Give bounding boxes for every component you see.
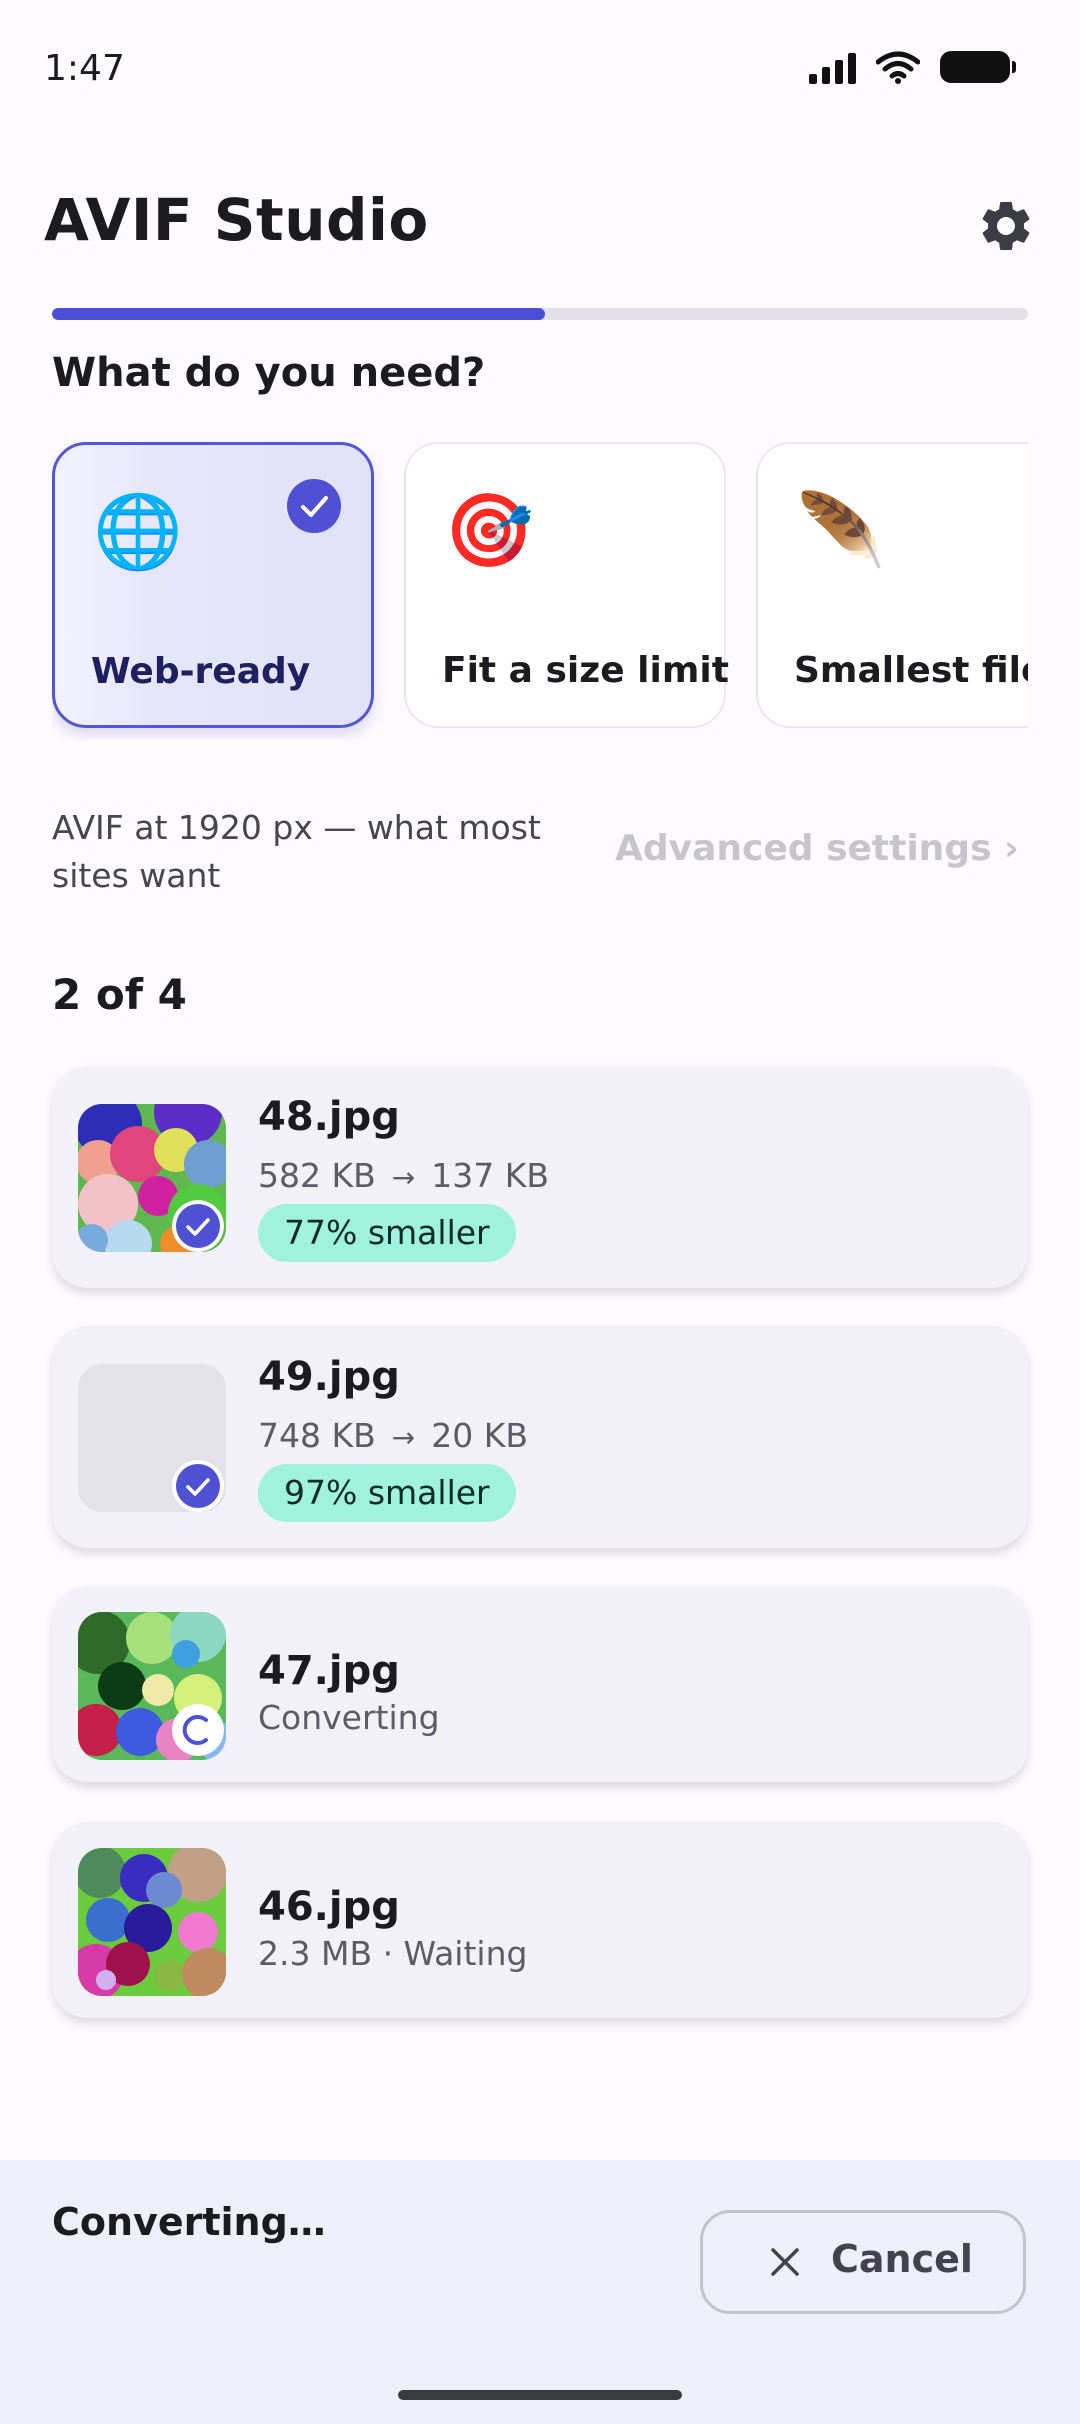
check-icon xyxy=(172,1200,224,1252)
signal-icon xyxy=(809,50,856,84)
progress-fill xyxy=(52,308,545,320)
file-name: 48.jpg xyxy=(258,1094,400,1140)
converted-size: 20 KB xyxy=(431,1416,528,1455)
app-title: AVIF Studio xyxy=(44,186,429,254)
savings-badge: 97% smaller xyxy=(258,1464,516,1522)
close-icon xyxy=(771,2248,799,2276)
conversion-progress-bar xyxy=(52,308,1028,320)
original-size: 748 KB xyxy=(258,1416,376,1455)
status-icons xyxy=(809,50,1016,84)
savings-badge: 77% smaller xyxy=(258,1204,516,1262)
cancel-button[interactable]: Cancel xyxy=(700,2210,1026,2314)
file-thumbnail xyxy=(78,1848,226,1996)
presets-heading: What do you need? xyxy=(52,350,486,396)
status-time: 1:47 xyxy=(44,48,125,89)
file-name: 49.jpg xyxy=(258,1354,400,1400)
preset-description: AVIF at 1920 px — what most sites want xyxy=(52,808,541,895)
file-name: 46.jpg xyxy=(258,1884,400,1930)
file-size-change: 582 KB → 137 KB xyxy=(258,1156,549,1195)
converted-size: 137 KB xyxy=(431,1156,549,1195)
preset-fit-size-limit[interactable]: 🎯 Fit a size limit xyxy=(404,442,729,728)
battery-icon xyxy=(940,51,1016,83)
check-icon xyxy=(172,1460,224,1512)
check-icon xyxy=(287,479,341,533)
original-size: 582 KB xyxy=(258,1156,376,1195)
preset-carousel[interactable]: 🌐 Web-ready 🎯 Fit a size limit 🪶 Smalles… xyxy=(52,440,1028,740)
file-status: 2.3 MB · Waiting xyxy=(258,1934,528,1973)
target-icon: 🎯 xyxy=(444,488,534,572)
preset-label: Web-ready xyxy=(91,651,311,692)
wifi-icon xyxy=(876,51,920,84)
preset-label: Fit a size limit xyxy=(442,650,729,691)
file-row[interactable]: 48.jpg 582 KB → 137 KB 77% smaller xyxy=(52,1066,1028,1288)
loading-spinner-icon xyxy=(172,1704,224,1756)
preset-smallest-file[interactable]: 🪶 Smallest file xyxy=(756,442,1028,728)
advanced-settings-link[interactable]: Advanced settings › xyxy=(615,828,1019,869)
file-status: Converting xyxy=(258,1698,440,1737)
file-row[interactable]: 46.jpg 2.3 MB · Waiting xyxy=(52,1822,1028,2018)
home-indicator[interactable] xyxy=(398,2390,682,2400)
conversion-status: Converting… xyxy=(52,2200,326,2244)
status-bar: 1:47 xyxy=(0,0,1080,140)
file-name: 47.jpg xyxy=(258,1648,400,1694)
file-count: 2 of 4 xyxy=(52,970,187,1019)
file-row[interactable]: 49.jpg 748 KB → 20 KB 97% smaller xyxy=(52,1326,1028,1548)
preset-label: Smallest file xyxy=(794,650,1028,691)
feather-icon: 🪶 xyxy=(796,488,886,572)
file-row[interactable]: 47.jpg Converting xyxy=(52,1586,1028,1782)
cancel-label: Cancel xyxy=(831,2237,973,2281)
preset-web-ready[interactable]: 🌐 Web-ready xyxy=(52,442,374,728)
gear-icon[interactable] xyxy=(976,196,1036,256)
arrow-right-icon: → xyxy=(391,1421,416,1454)
globe-icon: 🌐 xyxy=(93,489,183,573)
bottom-action-bar: Converting… Cancel xyxy=(0,2160,1080,2424)
file-size-change: 748 KB → 20 KB xyxy=(258,1416,528,1455)
arrow-right-icon: → xyxy=(391,1161,416,1194)
